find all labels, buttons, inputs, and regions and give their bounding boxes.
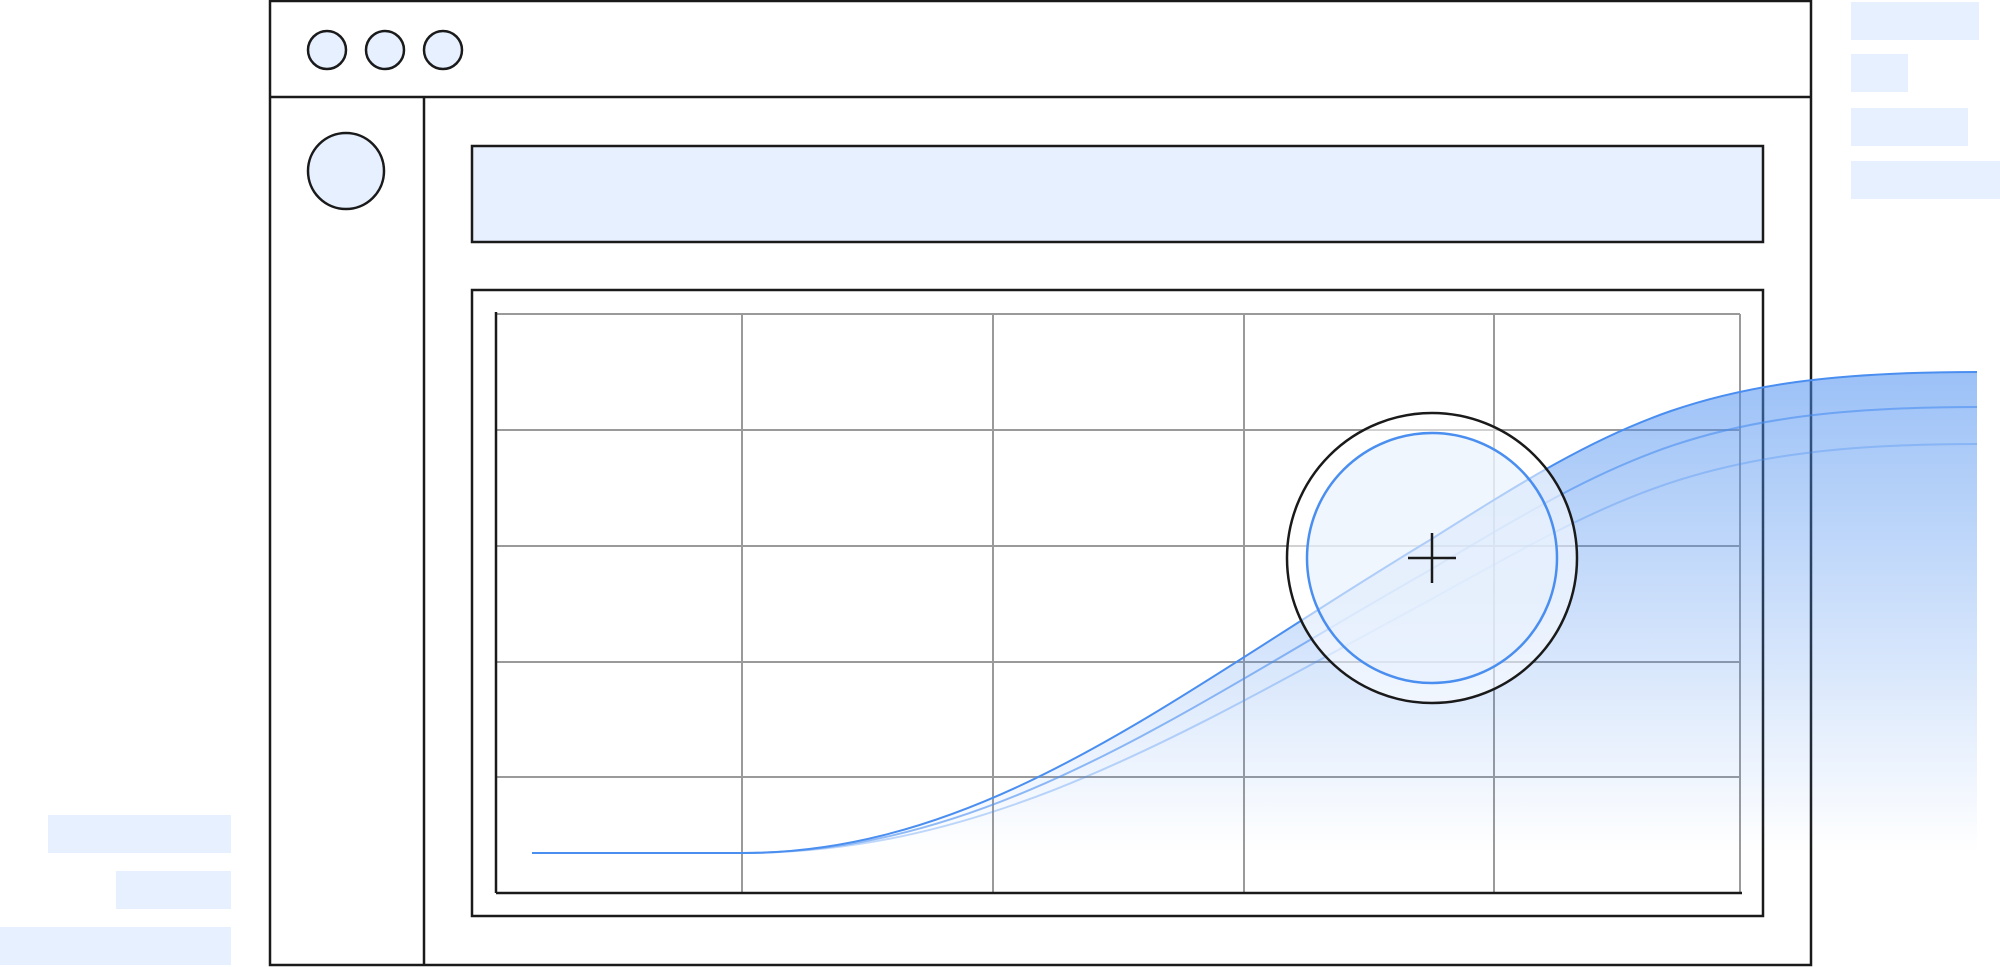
placeholder-bar bbox=[1851, 108, 1968, 146]
placeholder-bar bbox=[48, 815, 231, 853]
window-maximize-button[interactable] bbox=[422, 29, 464, 71]
illustration-canvas bbox=[0, 0, 2000, 967]
avatar-icon[interactable] bbox=[306, 131, 386, 211]
placeholder-bar bbox=[116, 871, 231, 909]
placeholder-bar bbox=[1851, 2, 1979, 40]
window-minimize-button[interactable] bbox=[364, 29, 406, 71]
top-right-placeholder-bars bbox=[1851, 2, 2000, 199]
header-banner bbox=[470, 144, 1765, 244]
bottom-left-placeholder-bars bbox=[0, 815, 231, 965]
placeholder-bar bbox=[1851, 161, 2000, 199]
placeholder-bar bbox=[1851, 54, 1908, 92]
placeholder-bar bbox=[0, 927, 231, 965]
window-close-button[interactable] bbox=[306, 29, 348, 71]
window-controls[interactable] bbox=[306, 29, 464, 71]
line-chart-illustration bbox=[0, 0, 2000, 967]
